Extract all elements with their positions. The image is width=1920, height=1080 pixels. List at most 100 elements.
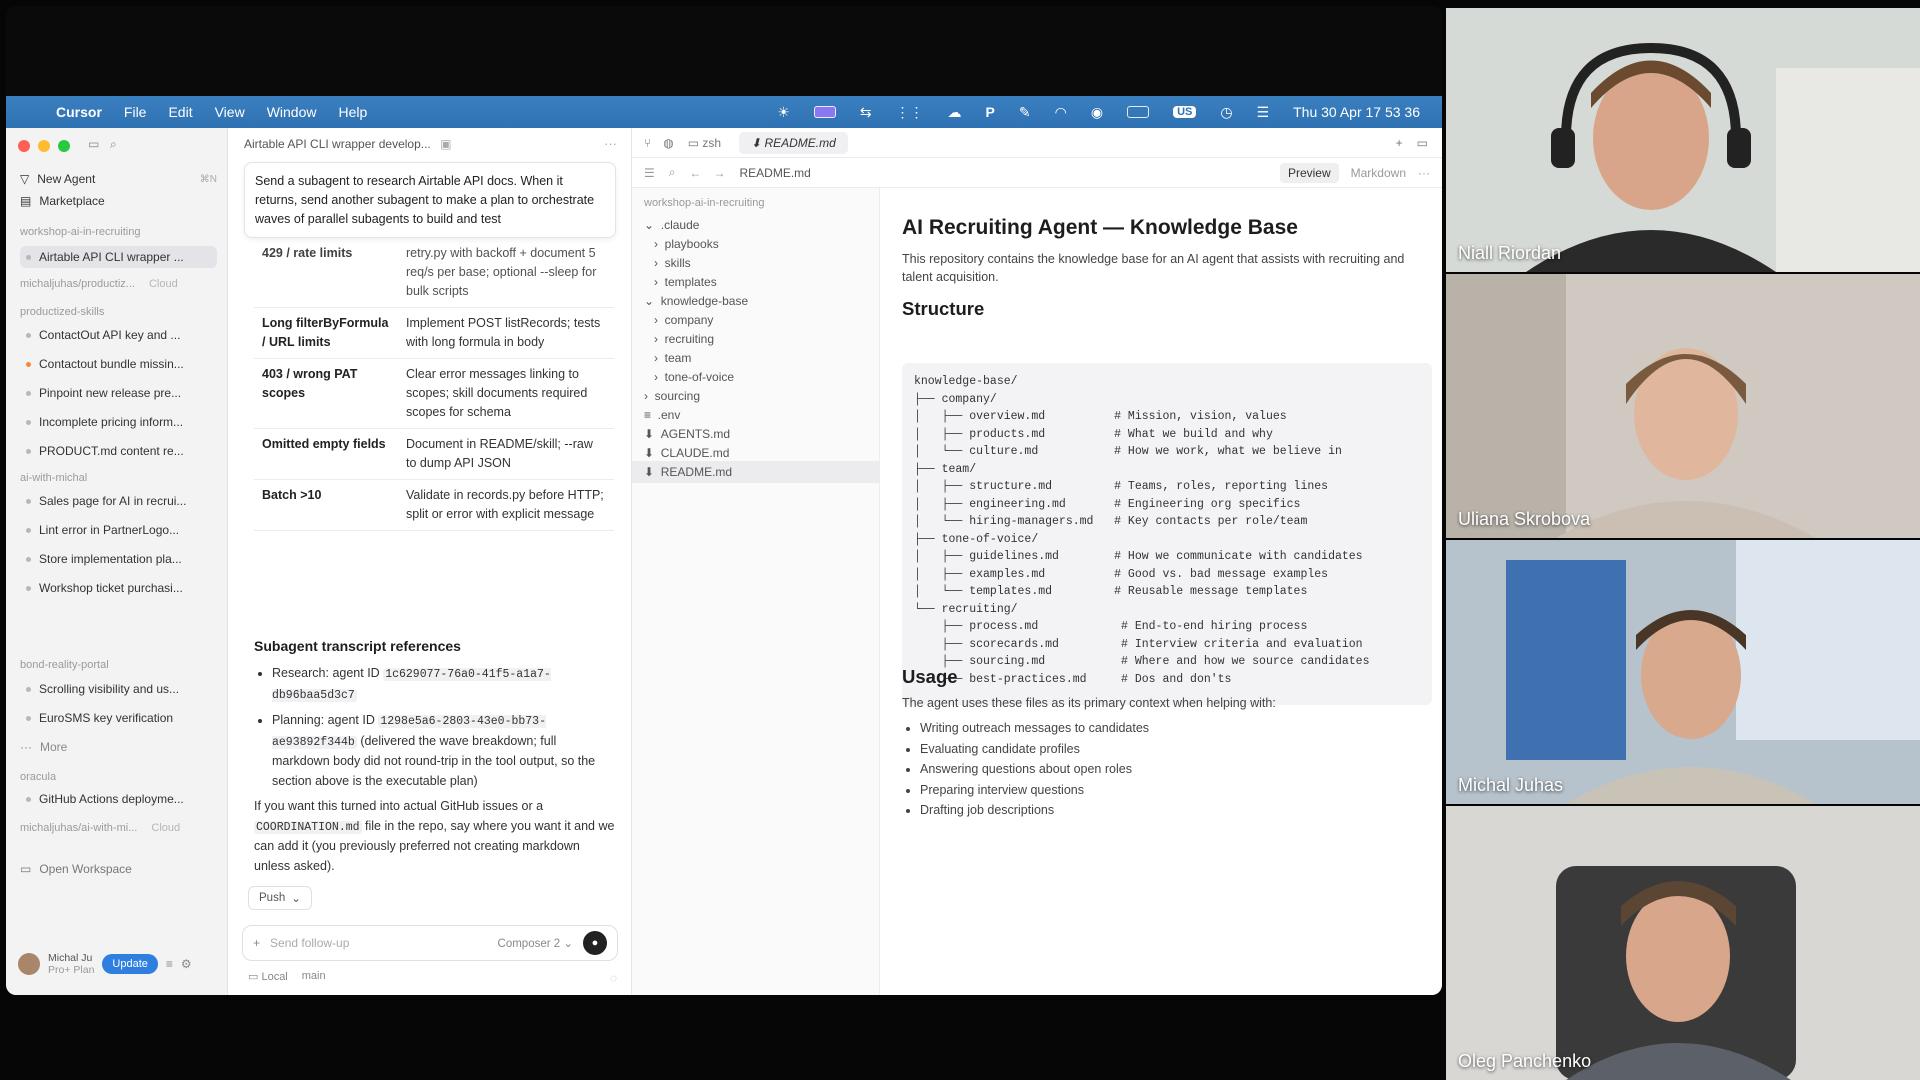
- editor-more-icon[interactable]: ···: [1418, 166, 1430, 180]
- avatar[interactable]: [18, 953, 40, 975]
- archive-icon[interactable]: ▣: [440, 137, 451, 151]
- group-label[interactable]: ai-with-michal: [20, 472, 87, 484]
- back-arrow-icon[interactable]: ←: [690, 166, 702, 180]
- group-label-text: michaljuhas/productiz...: [20, 278, 135, 290]
- menu-app-name[interactable]: Cursor: [56, 104, 102, 120]
- followup-input[interactable]: + Send follow-up Composer 2 ⌄ ●: [242, 925, 618, 961]
- closing-text: If you want this turned into actual GitH…: [254, 799, 544, 813]
- sidebar-item[interactable]: Lint error in PartnerLogo...: [20, 519, 217, 541]
- menu-view[interactable]: View: [215, 104, 245, 120]
- forward-arrow-icon[interactable]: →: [714, 166, 726, 180]
- menu-edit[interactable]: Edit: [168, 104, 192, 120]
- sidebar-item[interactable]: ContactOut API key and ...: [20, 324, 217, 346]
- input-source-badge[interactable]: US: [1173, 106, 1197, 118]
- tree-root[interactable]: workshop-ai-in-recruiting: [632, 192, 880, 214]
- close-window-button[interactable]: [18, 140, 30, 152]
- user-name: Michal Ju: [48, 952, 93, 964]
- local-toggle[interactable]: ▭ Local: [248, 970, 288, 983]
- globe-icon[interactable]: ◍: [663, 136, 673, 150]
- video-tile[interactable]: Niall Riordan: [1446, 8, 1920, 272]
- tab-terminal[interactable]: ▭ zsh: [688, 136, 721, 150]
- group-label[interactable]: bond-reality-portal: [20, 659, 109, 671]
- table-row: Long filterByFormula / URL limits Implem…: [254, 307, 614, 359]
- preview-toggle[interactable]: Preview: [1279, 162, 1339, 183]
- open-workspace-button[interactable]: ▭ Open Workspace: [20, 858, 217, 880]
- menubar-clock[interactable]: Thu 30 Apr 17 53 36: [1293, 104, 1420, 120]
- zoom-window-button[interactable]: [58, 140, 70, 152]
- breadcrumb[interactable]: README.md: [740, 166, 811, 180]
- marketplace-button[interactable]: ▤ Marketplace: [20, 190, 217, 212]
- sidebar-toggle-icon[interactable]: ▭: [88, 137, 99, 151]
- plus-icon[interactable]: +: [253, 936, 260, 950]
- p-icon[interactable]: P: [986, 104, 995, 120]
- video-tile[interactable]: Oleg Panchenko: [1446, 806, 1920, 1080]
- chat-more-icon[interactable]: ···: [604, 136, 617, 151]
- filter-icon[interactable]: ≡: [166, 957, 173, 971]
- push-dropdown[interactable]: Push ⌄: [248, 886, 312, 910]
- tab-readme[interactable]: ⬇ README.md: [739, 131, 848, 154]
- user-icon[interactable]: ◉: [1091, 104, 1103, 121]
- sidebar-item[interactable]: Contactout bundle missin...: [20, 353, 217, 375]
- status-dot: [26, 332, 31, 338]
- search-icon[interactable]: ⌕: [110, 137, 117, 152]
- sidebar-item[interactable]: Incomplete pricing inform...: [20, 411, 217, 433]
- group-label[interactable]: oracula: [20, 771, 56, 783]
- update-button[interactable]: Update: [102, 954, 158, 974]
- list-icon[interactable]: ☰: [644, 166, 655, 180]
- minimize-window-button[interactable]: [38, 140, 50, 152]
- participant-name: Uliana Skrobova: [1458, 509, 1591, 529]
- marketplace-label: Marketplace: [39, 194, 105, 208]
- branch-label[interactable]: main: [302, 970, 326, 983]
- sidebar-item[interactable]: PRODUCT.md content re...: [20, 440, 217, 462]
- search-icon[interactable]: ⌕: [669, 165, 676, 180]
- status-dot: [26, 254, 31, 260]
- grid-icon[interactable]: ⋮⋮: [896, 104, 924, 121]
- group-label[interactable]: productized-skills: [20, 306, 104, 318]
- control-icon[interactable]: ⇆: [860, 104, 872, 121]
- sidebar-item[interactable]: Sales page for AI in recrui...: [20, 490, 217, 512]
- user-prompt-bubble[interactable]: Send a subagent to research Airtable API…: [244, 162, 616, 238]
- markdown-toggle[interactable]: Markdown: [1351, 166, 1406, 180]
- wifi-icon[interactable]: ◠: [1055, 104, 1067, 121]
- sidebar-item[interactable]: Workshop ticket purchasi...: [20, 577, 217, 599]
- cloud-icon[interactable]: ☁: [948, 104, 962, 121]
- sidebar-item[interactable]: Pinpoint new release pre...: [20, 382, 217, 404]
- new-tab-icon[interactable]: +: [1396, 136, 1403, 150]
- list-item: Planning: agent ID 1298e5a6-2803-43e0-bb…: [272, 711, 616, 791]
- tree-item-label: playbooks: [664, 237, 719, 251]
- clock-history-icon[interactable]: ◷: [1220, 104, 1232, 121]
- menu-file[interactable]: File: [124, 104, 147, 120]
- loading-spinner-icon: ◌: [609, 971, 617, 985]
- group-label[interactable]: workshop-ai-in-recruiting: [20, 226, 140, 238]
- group-label[interactable]: michaljuhas/productiz... Cloud: [20, 278, 178, 290]
- microphone-icon[interactable]: ●: [583, 931, 607, 955]
- model-selector[interactable]: Composer 2 ⌄: [498, 936, 573, 950]
- menu-window[interactable]: Window: [267, 104, 317, 120]
- sidebar-item[interactable]: Scrolling visibility and us...: [20, 678, 217, 700]
- git-icon[interactable]: ⑂: [644, 136, 651, 150]
- battery-icon[interactable]: [1127, 106, 1150, 118]
- open-workspace-label: Open Workspace: [39, 862, 132, 876]
- new-agent-button[interactable]: ▽ New Agent ⌘N: [20, 168, 217, 190]
- brightness-icon[interactable]: ☀: [777, 104, 790, 121]
- chat-title[interactable]: Airtable API CLI wrapper develop... ▣: [244, 137, 451, 151]
- video-tile[interactable]: Uliana Skrobova: [1446, 274, 1920, 538]
- participant-video: [1446, 540, 1920, 804]
- menu-help[interactable]: Help: [338, 104, 367, 120]
- group-label[interactable]: michaljuhas/ai-with-mi... Cloud: [20, 822, 180, 834]
- split-view-icon[interactable]: ▭: [1417, 136, 1428, 150]
- sidebar-item-airtable[interactable]: Airtable API CLI wrapper ...: [20, 246, 217, 268]
- sidebar-item[interactable]: Store implementation pla...: [20, 548, 217, 570]
- participant-name: Niall Riordan: [1458, 243, 1562, 263]
- sidebar-item[interactable]: EuroSMS key verification: [20, 707, 217, 729]
- gear-icon[interactable]: ⚙: [181, 957, 192, 971]
- sidebar-item[interactable]: GitHub Actions deployme...: [20, 788, 217, 810]
- video-tile[interactable]: Michal Juhas: [1446, 540, 1920, 804]
- control-center-icon[interactable]: ☰: [1257, 104, 1270, 121]
- push-label: Push: [259, 892, 286, 904]
- more-button[interactable]: ··· More: [20, 736, 217, 758]
- screen-share-icon[interactable]: [813, 106, 836, 118]
- pen-icon[interactable]: ✎: [1019, 104, 1031, 121]
- tree-file-selected[interactable]: ⬇ README.md: [632, 461, 880, 483]
- cursor-window: ▭ ⌕ ▽ New Agent ⌘N ▤ Marketplace worksho…: [6, 128, 1442, 995]
